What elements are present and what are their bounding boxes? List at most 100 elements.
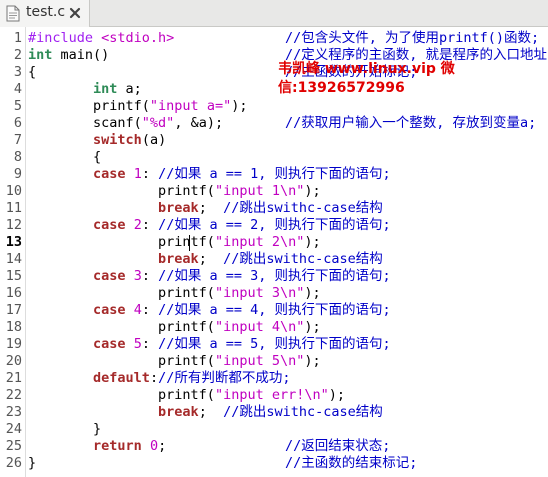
line-number: 10: [5, 183, 22, 199]
code-line[interactable]: 4 int a;: [0, 81, 548, 98]
code-token: switch: [93, 132, 142, 148]
code-token: 0: [149, 438, 159, 454]
code-line[interactable]: 7 switch(a): [0, 132, 548, 149]
code-text: #include <stdio.h>: [28, 30, 174, 47]
code-line[interactable]: 21 default://所有判断都不成功;: [0, 370, 548, 387]
inline-comment: //如果 a == 5, 则执行下面的语句;: [158, 336, 391, 352]
code-line[interactable]: 5 printf("input a=");: [0, 98, 548, 115]
code-text: case 4: //如果 a == 4, 则执行下面的语句;: [28, 302, 391, 319]
code-text: default://所有判断都不成功;: [28, 370, 290, 387]
code-text: case 3: //如果 a == 3, 则执行下面的语句;: [28, 268, 391, 285]
inline-comment: //跳出swithc-case结构: [223, 251, 383, 267]
code-line[interactable]: 24 }: [0, 421, 548, 438]
code-token: ;: [158, 438, 167, 454]
inline-comment: //如果 a == 3, 则执行下面的语句;: [158, 268, 391, 284]
code-line[interactable]: 16 printf("input 3\n");: [0, 285, 548, 302]
code-token: :: [141, 336, 159, 352]
tab-label: test.c: [26, 4, 66, 20]
code-token: "%d": [141, 115, 175, 131]
code-token: break: [158, 404, 199, 420]
code-token: :: [141, 217, 159, 233]
code-text: int a;: [28, 81, 142, 98]
line-number: 8: [13, 149, 22, 165]
tab-test-c[interactable]: test.c: [0, 0, 90, 27]
line-number: 1: [13, 30, 22, 46]
line-number: 15: [5, 268, 22, 284]
code-token: ;: [198, 251, 224, 267]
code-token: ;: [198, 200, 224, 216]
code-line[interactable]: 26} //主函数的结束标记;: [0, 455, 548, 472]
code-token: return: [93, 438, 142, 454]
line-number: 12: [5, 217, 22, 233]
code-editor[interactable]: 1 #include <stdio.h> //包含头文件, 为了使用printf()…: [0, 27, 548, 477]
code-token: "input 1\n": [214, 183, 305, 199]
code-token: "input 3\n": [214, 285, 305, 301]
line-number: 13: [5, 234, 22, 250]
code-line[interactable]: 9 case 1: //如果 a == 1, 则执行下面的语句;: [0, 166, 548, 183]
line-number: 20: [5, 353, 22, 369]
code-token: printf(: [28, 387, 215, 403]
code-line[interactable]: 17 case 4: //如果 a == 4, 则执行下面的语句;: [0, 302, 548, 319]
code-line[interactable]: 10 printf("input 1\n");: [0, 183, 548, 200]
line-number: 3: [13, 64, 22, 80]
line-comment: //返回结束状态;: [285, 438, 391, 454]
code-line[interactable]: 13 printf("input 2\n");: [0, 234, 548, 251]
line-number: 16: [5, 285, 22, 301]
line-number: 2: [13, 47, 22, 63]
code-token: );: [304, 285, 321, 301]
code-line[interactable]: 8 {: [0, 149, 548, 166]
line-number: 17: [5, 302, 22, 318]
code-line[interactable]: 18 printf("input 4\n");: [0, 319, 548, 336]
code-line[interactable]: 20 printf("input 5\n");: [0, 353, 548, 370]
code-token: main(): [52, 47, 110, 63]
code-token: "input 2\n": [214, 234, 305, 250]
line-number: 9: [13, 166, 22, 182]
code-line[interactable]: 15 case 3: //如果 a == 3, 则执行下面的语句;: [0, 268, 548, 285]
text-caret: [189, 235, 190, 251]
line-number: 6: [13, 115, 22, 131]
line-number: 19: [5, 336, 22, 352]
code-token: case: [93, 166, 126, 182]
code-token: #include: [28, 30, 102, 46]
close-icon[interactable]: [68, 6, 82, 20]
code-token: printf(: [28, 319, 215, 335]
inline-comment: //跳出swithc-case结构: [223, 404, 383, 420]
line-number: 22: [5, 387, 22, 403]
code-line[interactable]: 19 case 5: //如果 a == 5, 则执行下面的语句;: [0, 336, 548, 353]
code-line[interactable]: 3{//主函数的开始标记;: [0, 64, 548, 81]
code-token: }: [28, 455, 37, 471]
code-token: "input a=": [149, 98, 232, 114]
code-token: :: [141, 268, 159, 284]
code-text: case 5: //如果 a == 5, 则执行下面的语句;: [28, 336, 391, 353]
code-line[interactable]: 12 case 2: //如果 a == 2, 则执行下面的语句;: [0, 217, 548, 234]
inline-comment: //如果 a == 4, 则执行下面的语句;: [158, 302, 391, 318]
code-line[interactable]: 6 scanf("%d", &a); //获取用户输入一个整数, 存放到变量a;: [0, 115, 548, 132]
code-text: printf("input 4\n");: [28, 319, 321, 336]
line-number: 18: [5, 319, 22, 335]
code-line[interactable]: 23 break; //跳出swithc-case结构: [0, 404, 548, 421]
code-line[interactable]: 22 printf("input err!\n");: [0, 387, 548, 404]
code-line[interactable]: 14 break; //跳出swithc-case结构: [0, 251, 548, 268]
code-text: switch(a): [28, 132, 166, 149]
code-line[interactable]: 1 #include <stdio.h> //包含头文件, 为了使用printf()…: [0, 30, 548, 47]
code-token: 5: [133, 336, 142, 352]
code-token: );: [304, 234, 321, 250]
code-token: :: [149, 370, 159, 386]
watermark-line-2: 信:13926572996: [278, 80, 405, 96]
line-number: 23: [5, 404, 22, 420]
code-line[interactable]: 25 return 0; //返回结束状态;: [0, 438, 548, 455]
code-token: );: [231, 98, 248, 114]
code-line[interactable]: 11 break; //跳出swithc-case结构: [0, 200, 548, 217]
code-text: case 1: //如果 a == 1, 则执行下面的语句;: [28, 166, 391, 183]
line-number: 21: [5, 370, 22, 386]
code-line[interactable]: 2 int main()//定义程序的主函数, 就是程序的入口地址;: [0, 47, 548, 64]
